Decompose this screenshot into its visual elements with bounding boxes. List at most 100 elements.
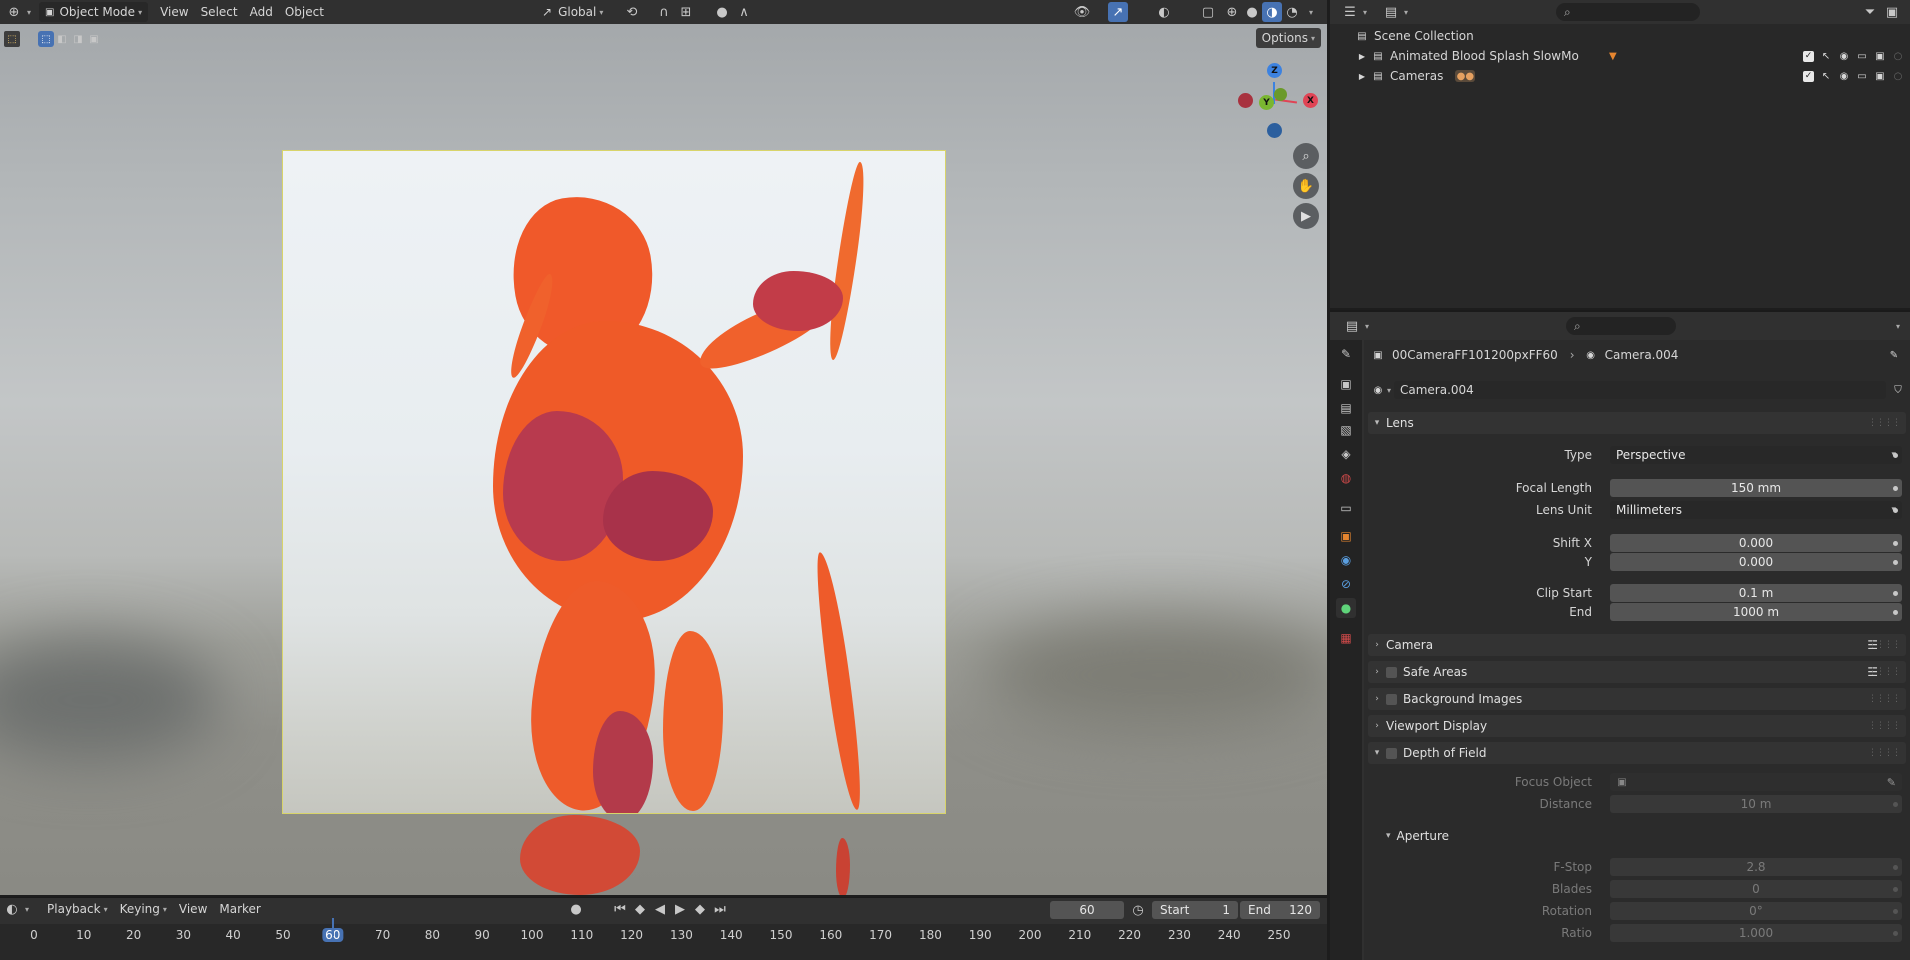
menu-playback[interactable]: Playback ▾	[41, 899, 114, 919]
keyframe-dot-icon[interactable]	[1893, 908, 1898, 914]
keyframe-dot-icon[interactable]	[1893, 452, 1898, 458]
menu-keying[interactable]: Keying ▾	[114, 899, 173, 919]
editor-type-icon[interactable]: ⊕	[4, 2, 24, 22]
collapse-icon[interactable]: ▾	[1896, 322, 1900, 331]
shading-rendered-icon[interactable]: ◔	[1282, 2, 1302, 22]
menu-view[interactable]: View	[154, 2, 194, 22]
outliner-editor-icon[interactable]: ☰	[1340, 2, 1360, 22]
focal-length-field[interactable]: 150 mm	[1610, 479, 1902, 497]
snap-target-icon[interactable]: ⊞	[676, 2, 696, 22]
camera-data-tab-icon[interactable]: ●	[1336, 598, 1356, 618]
aperture-subpanel-header[interactable]: ▾ Aperture	[1364, 826, 1910, 846]
properties-editor-icon[interactable]: ▤	[1342, 316, 1362, 336]
pin-icon[interactable]: ✎	[1888, 349, 1900, 361]
focus-object-field[interactable]: ▣ ✎	[1610, 773, 1902, 791]
outliner-search-input[interactable]: ⌕	[1556, 3, 1700, 21]
shading-solid-icon[interactable]: ●	[1242, 2, 1262, 22]
camera-panel-header[interactable]: › Camera ☰ ⋮⋮⋮⋮	[1368, 634, 1906, 656]
eyedropper-icon[interactable]: ✎	[1887, 776, 1896, 789]
jump-keyframe-forward-icon[interactable]: ◆	[690, 899, 710, 919]
gizmo-y-axis[interactable]: Y	[1259, 95, 1274, 110]
render-tab-icon[interactable]: ▣	[1336, 374, 1356, 394]
zoom-icon[interactable]: ⌕	[1293, 143, 1319, 169]
display-mode-icon[interactable]: ▤	[1381, 2, 1401, 22]
gizmo-y-neg[interactable]	[1274, 88, 1287, 101]
camera-render-icon[interactable]: ▣	[1874, 50, 1886, 62]
gizmo-toggle-icon[interactable]: ↗	[1108, 2, 1128, 22]
holdout-icon[interactable]: ○	[1892, 50, 1904, 62]
stopwatch-icon[interactable]: ◷	[1128, 900, 1148, 920]
shading-options-icon[interactable]: ▾	[1309, 8, 1313, 17]
exclude-checkbox[interactable]: ✓	[1803, 50, 1814, 62]
play-reverse-icon[interactable]: ◀	[650, 899, 670, 919]
output-tab-icon[interactable]: ▤	[1336, 398, 1356, 418]
safe-areas-panel-header[interactable]: › Safe Areas ☰ ⋮⋮⋮⋮	[1368, 661, 1906, 683]
select-new-icon[interactable]: ⬚	[38, 31, 54, 47]
keyframe-dot-icon[interactable]	[1893, 540, 1898, 546]
keyframe-dot-icon[interactable]	[1893, 559, 1898, 565]
clip-end-field[interactable]: 1000 m	[1610, 603, 1902, 621]
constraints-tab-icon[interactable]: ⊘	[1336, 574, 1356, 594]
ratio-field[interactable]: 1.000	[1610, 924, 1902, 942]
lens-panel-header[interactable]: ▾ Lens ⋮⋮⋮⋮	[1368, 412, 1906, 434]
viewport-display-panel-header[interactable]: › Viewport Display ⋮⋮⋮⋮	[1368, 715, 1906, 737]
filter-icon[interactable]: ⏷	[1860, 2, 1880, 22]
shift-y-field[interactable]: 0.000	[1610, 553, 1902, 571]
distance-field[interactable]: 10 m	[1610, 795, 1902, 813]
object-tab-icon[interactable]: ▣	[1336, 526, 1356, 546]
clip-start-field[interactable]: 0.1 m	[1610, 584, 1902, 602]
depth-of-field-panel-header[interactable]: ▾ Depth of Field ⋮⋮⋮⋮	[1368, 742, 1906, 764]
shift-x-field[interactable]: 0.000	[1610, 534, 1902, 552]
tweak-tool-icon[interactable]: ⬚	[4, 31, 20, 47]
keyframe-dot-icon[interactable]	[1893, 609, 1898, 615]
menu-marker[interactable]: Marker	[213, 899, 266, 919]
keyframe-dot-icon[interactable]	[1893, 864, 1898, 870]
shading-wireframe-icon[interactable]: ⊕	[1222, 2, 1242, 22]
menu-view-timeline[interactable]: View	[173, 899, 213, 919]
jump-keyframe-back-icon[interactable]: ◆	[630, 899, 650, 919]
gizmo-z-neg[interactable]	[1267, 123, 1282, 138]
select-subtract-icon[interactable]: ◨	[70, 31, 86, 47]
keyframe-dot-icon[interactable]	[1893, 886, 1898, 892]
menu-select[interactable]: Select	[195, 2, 244, 22]
overlays-icon[interactable]: ◐	[1154, 2, 1174, 22]
record-icon[interactable]: ●	[566, 899, 586, 919]
eye-icon[interactable]: ◉	[1838, 50, 1850, 62]
scene-collection-row[interactable]: ▤ Scene Collection	[1330, 26, 1910, 46]
fstop-field[interactable]: 2.8	[1610, 858, 1902, 876]
play-icon[interactable]: ▶	[670, 899, 690, 919]
proportional-edit-icon[interactable]: ●	[712, 2, 732, 22]
xray-icon[interactable]: ▢	[1198, 2, 1218, 22]
navigation-gizmo[interactable]: Z X Y	[1235, 60, 1318, 150]
lens-type-dropdown[interactable]: Perspective▾	[1610, 446, 1902, 464]
keyframe-dot-icon[interactable]	[1893, 507, 1898, 513]
scene-tab-icon[interactable]: ◈	[1336, 444, 1356, 464]
camera-browse-icon[interactable]: ◉	[1372, 384, 1384, 396]
keyframe-dot-icon[interactable]	[1893, 590, 1898, 596]
gizmo-x-axis[interactable]: X	[1303, 93, 1318, 108]
select-arrow-icon[interactable]: ↖	[1820, 50, 1832, 62]
outliner-item[interactable]: ▶ ▤ Animated Blood Splash SlowMo ▼ ✓ ↖ ◉…	[1330, 46, 1910, 66]
drag-grip-icon[interactable]: ⋮⋮⋮⋮	[1868, 694, 1901, 704]
end-frame-field[interactable]: End 120	[1240, 901, 1320, 919]
select-arrow-icon[interactable]: ↖	[1820, 70, 1832, 82]
drag-grip-icon[interactable]: ⋮⋮⋮⋮	[1868, 640, 1901, 650]
view-layer-tab-icon[interactable]: ▧	[1336, 420, 1356, 440]
camera-view-icon[interactable]: ▶	[1293, 203, 1319, 229]
eye-icon[interactable]: ◉	[1838, 70, 1850, 82]
lens-unit-dropdown[interactable]: Millimeters▾	[1610, 501, 1902, 519]
outliner-item[interactable]: ▶ ▤ Cameras ●● ✓ ↖ ◉ ▭ ▣ ○	[1330, 66, 1910, 86]
gizmo-z-axis[interactable]: Z	[1267, 63, 1282, 78]
rotation-field[interactable]: 0°	[1610, 902, 1902, 920]
snap-icon[interactable]: ∩	[654, 2, 674, 22]
datablock-name-field[interactable]: Camera.004	[1394, 381, 1886, 399]
pivot-icon[interactable]: ⟲	[622, 2, 642, 22]
menu-add[interactable]: Add	[244, 2, 279, 22]
transform-orientation-dropdown[interactable]: ↗ Global ▾	[536, 2, 609, 22]
timeline-editor-icon[interactable]: ◐	[2, 899, 22, 919]
menu-object[interactable]: Object	[279, 2, 330, 22]
select-extend-icon[interactable]: ◧	[54, 31, 70, 47]
select-intersect-icon[interactable]: ▣	[86, 31, 102, 47]
keyframe-dot-icon[interactable]	[1893, 801, 1898, 807]
safe-areas-checkbox[interactable]	[1386, 666, 1397, 678]
